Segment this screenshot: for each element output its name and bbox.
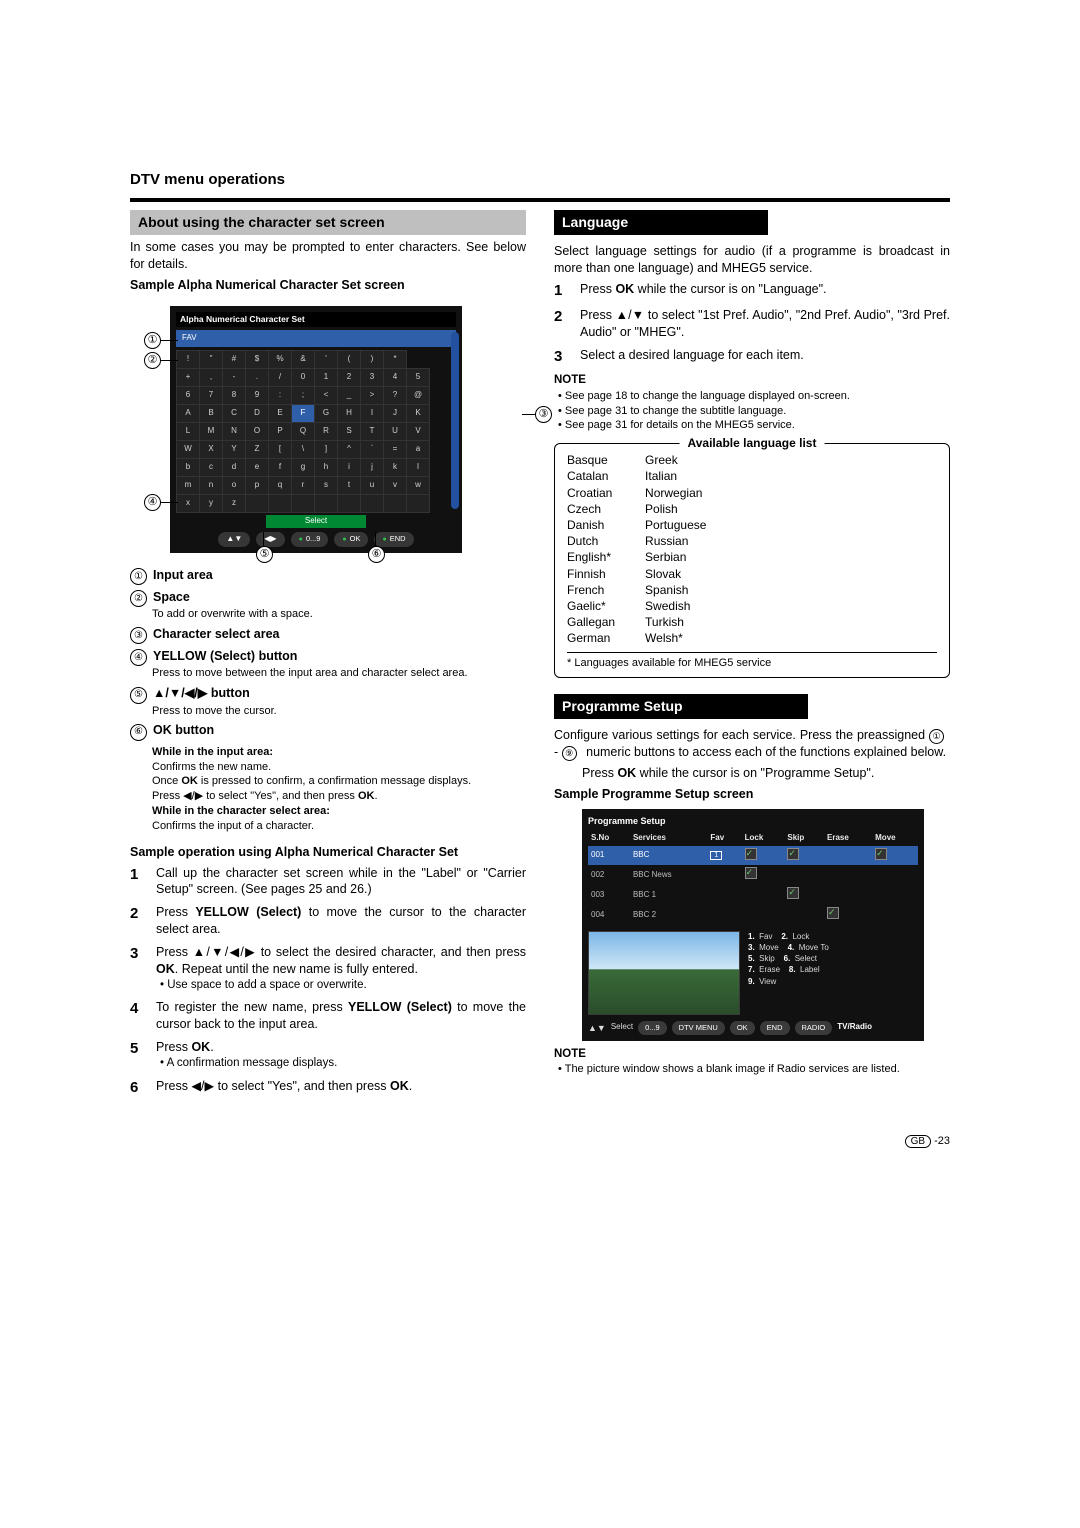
- note-label: NOTE: [554, 373, 950, 389]
- language-box-title: Available language list: [680, 435, 825, 451]
- language-steps: 1Press OK while the cursor is on "Langua…: [554, 281, 950, 367]
- callout-1: ①: [144, 332, 161, 349]
- keyboard-grid: !"#$%&'()*+,-./0123456789:;<_>?@ABCDEFGH…: [176, 350, 430, 513]
- sample-charset-header: Sample Alpha Numerical Character Set scr…: [130, 277, 526, 294]
- callout-3: ③: [535, 406, 552, 423]
- callout-5: ⑤: [256, 546, 273, 563]
- prog-note-label: NOTE: [554, 1047, 950, 1063]
- step-list: 1Call up the character set screen while …: [130, 865, 526, 1098]
- right-column: Language Select language settings for au…: [554, 210, 950, 1104]
- charset-diagram: Alpha Numerical Character Set FAV !"#$%&…: [148, 306, 526, 553]
- charset-legend: ①Input area②SpaceTo add or overwrite wit…: [130, 567, 526, 741]
- language-col-1: BasqueCatalanCroatianCzechDanishDutchEng…: [567, 452, 615, 646]
- programme-step: Press OK while the cursor is on "Program…: [582, 765, 950, 782]
- scrollbar: [451, 332, 459, 509]
- language-col-2: GreekItalianNorwegianPolishPortugueseRus…: [645, 452, 706, 646]
- ok-sub: While in the input area: Confirms the ne…: [152, 745, 526, 834]
- language-box: Available language list BasqueCatalanCro…: [554, 443, 950, 678]
- bottom-icons: ▲▼◀▶●0...9●OK●END: [176, 532, 456, 547]
- language-intro: Select language settings for audio (if a…: [554, 243, 950, 277]
- prog-legend: 1. Fav 2. Lock3. Move 4. Move To5. Skip …: [748, 931, 829, 1015]
- charset-title: Alpha Numerical Character Set: [176, 312, 456, 327]
- language-notes: See page 18 to change the language displ…: [554, 389, 950, 434]
- callout-4: ④: [144, 494, 161, 511]
- about-bar: About using the character set screen: [130, 210, 526, 235]
- preview-picture: [588, 931, 740, 1015]
- prog-sample-header: Sample Programme Setup screen: [554, 786, 950, 803]
- left-column: About using the character set screen In …: [130, 210, 526, 1104]
- prog-table: S.NoServicesFavLockSkipEraseMove001BBC10…: [588, 831, 918, 925]
- prog-bottom-bar: ▲▼Select0...9DTV MENUOKENDRADIOTV/Radio: [588, 1021, 918, 1035]
- sample-op-header: Sample operation using Alpha Numerical C…: [130, 844, 526, 861]
- section-title: DTV menu operations: [130, 170, 950, 190]
- divider: [130, 198, 950, 202]
- input-area-row: FAV: [176, 330, 456, 347]
- prog-note: The picture window shows a blank image i…: [568, 1062, 950, 1077]
- page-number: GB -23: [130, 1134, 950, 1149]
- programme-diagram: Programme Setup S.NoServicesFavLockSkipE…: [582, 809, 924, 1041]
- prog-title: Programme Setup: [588, 815, 918, 827]
- about-intro: In some cases you may be prompted to ent…: [130, 239, 526, 273]
- language-bar: Language: [554, 210, 768, 235]
- programme-intro: Configure various settings for each serv…: [554, 727, 950, 761]
- callout-6: ⑥: [368, 546, 385, 563]
- language-footnote: * Languages available for MHEG5 service: [567, 652, 937, 671]
- select-cell: Select: [266, 515, 366, 528]
- callout-2: ②: [144, 352, 161, 369]
- programme-setup-bar: Programme Setup: [554, 694, 808, 719]
